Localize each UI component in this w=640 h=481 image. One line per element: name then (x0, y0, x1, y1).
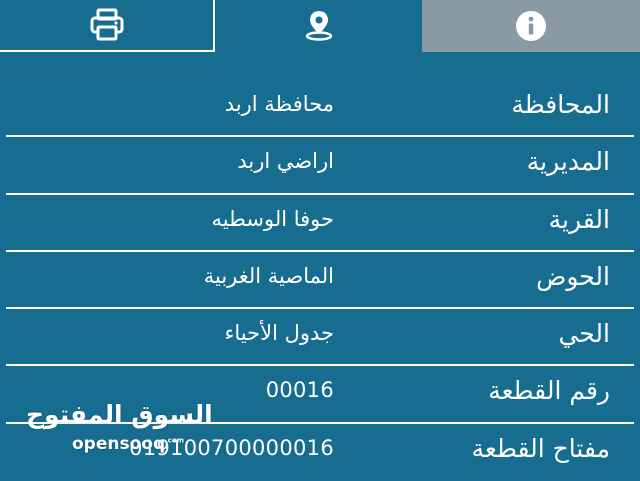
field-value: 019100700000016 (129, 435, 334, 460)
field-value: 00016 (265, 378, 334, 403)
field-label: القرية (548, 204, 610, 234)
field-label: الحوض (536, 261, 610, 291)
field-label: المحافظة (511, 90, 610, 119)
parcel-details-list: المحافظة محافظة اربد المديرية اراضي اربد… (0, 80, 640, 481)
field-value: الماصية الغربية (203, 263, 334, 288)
tab-print[interactable] (0, 0, 215, 52)
field-row-governorate: المحافظة محافظة اربد (6, 80, 634, 138)
field-row-village: القرية حوفا الوسطيه (6, 195, 634, 252)
field-row-plot-key: مفتاح القطعة 019100700000016 (6, 424, 634, 481)
field-value: جدول الأحياء (224, 321, 334, 346)
tab-info[interactable] (422, 0, 640, 52)
field-row-directorate: المديرية اراضي اربد (6, 137, 634, 195)
field-row-district: الحي جدول الأحياء (6, 309, 634, 367)
info-icon (514, 9, 548, 43)
field-label: المديرية (526, 147, 610, 177)
field-label: الحي (558, 319, 610, 349)
field-value: محافظة اربد (224, 92, 334, 116)
field-label: رقم القطعة (488, 376, 610, 406)
tab-bar (0, 0, 640, 52)
location-pin-icon (302, 8, 336, 42)
field-row-plot-number: رقم القطعة 00016 (6, 366, 634, 424)
field-row-basin: الحوض الماصية الغربية (6, 252, 634, 310)
tab-location[interactable] (215, 0, 422, 52)
field-label: مفتاح القطعة (471, 433, 610, 463)
field-value: اراضي اربد (237, 149, 334, 174)
printer-icon (89, 8, 125, 42)
field-value: حوفا الوسطيه (211, 206, 334, 231)
